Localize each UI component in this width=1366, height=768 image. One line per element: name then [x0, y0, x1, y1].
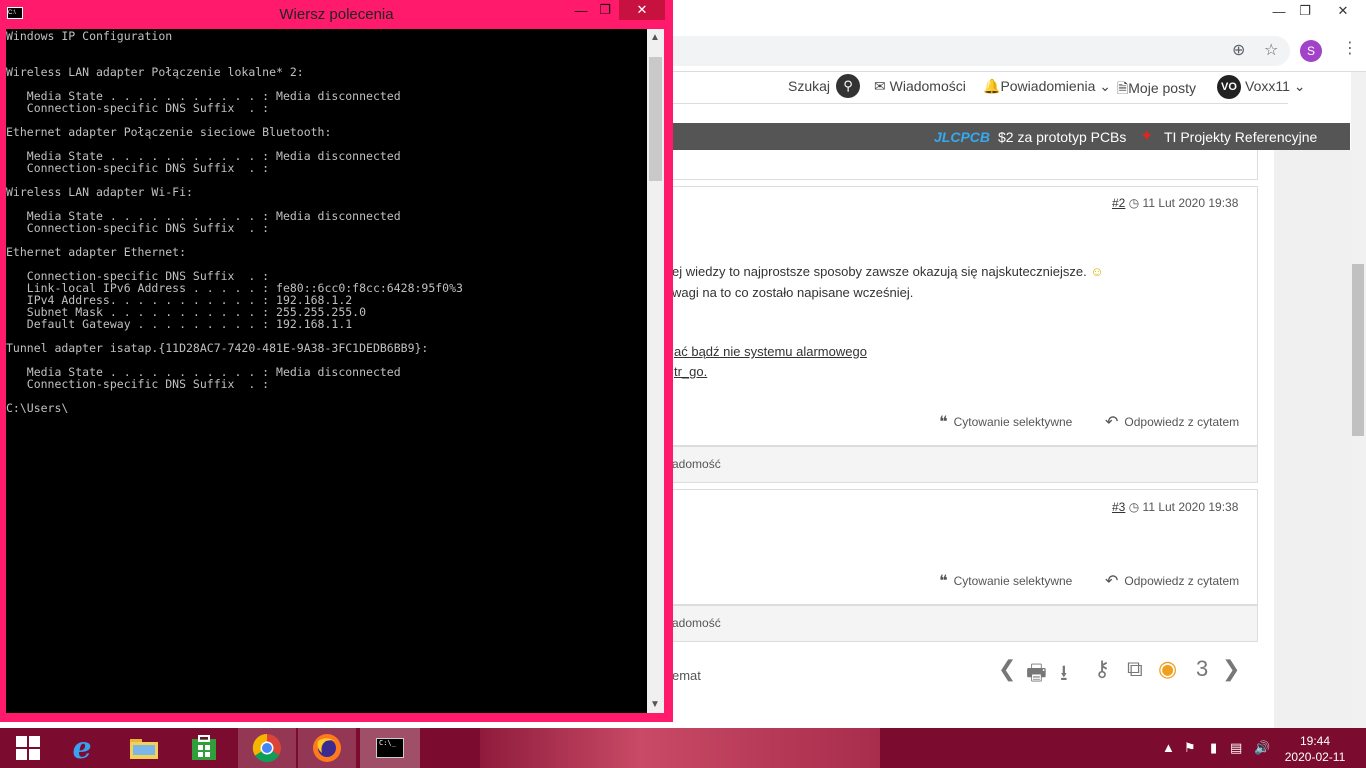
document-icon: 🗎 — [1117, 80, 1129, 96]
sidebar-gutter — [1274, 150, 1351, 728]
page-scrollbar-thumb[interactable] — [1352, 264, 1364, 436]
panel-top-strip — [670, 150, 1258, 180]
ad-jlcpcb-text[interactable]: $2 za prototyp PCBs — [998, 129, 1126, 145]
print-icon[interactable]: 🖶 — [1026, 656, 1047, 694]
ti-logo-icon: ✦ — [1140, 128, 1154, 145]
reply-icon: ↶ — [1105, 414, 1119, 431]
quote-icon: ❝ — [939, 414, 948, 431]
envelope-icon: ✉ — [874, 78, 886, 94]
menu-icon[interactable]: ⋮ — [1342, 38, 1358, 58]
taskbar-internet-explorer[interactable]: e — [54, 728, 110, 768]
cmd-minimize-button[interactable]: — — [570, 0, 592, 20]
nav-search-label[interactable]: Szukaj — [788, 78, 830, 94]
clock-date[interactable]: 2020-02-11 — [1280, 750, 1350, 764]
cmd-close-button[interactable]: ✕ — [619, 0, 665, 20]
eye-icon[interactable]: ◉ — [1158, 656, 1177, 682]
cmd-output: Windows IP Configuration Wireless LAN ad… — [6, 29, 463, 415]
reply-quote-button[interactable]: ↶ Odpowiedz z cytatem — [1105, 412, 1239, 432]
nav-divider — [670, 103, 1288, 104]
bell-icon: 🔔 — [983, 78, 1001, 94]
taskbar-store[interactable] — [176, 728, 232, 768]
post-footer — [670, 446, 1258, 483]
chevron-down-icon: ⌄ — [1099, 78, 1112, 94]
taskbar-firefox[interactable] — [298, 728, 356, 768]
start-button[interactable] — [0, 728, 56, 768]
clock-time[interactable]: 19:44 — [1290, 734, 1340, 748]
reply-icon: ↶ — [1105, 573, 1119, 590]
post-link[interactable]: tr_go. — [674, 364, 707, 379]
share-icon[interactable]: ⚷ — [1094, 656, 1110, 682]
post-meta: #3 ◷ 11 Lut 2020 19:38 — [1112, 500, 1239, 514]
store-icon — [192, 735, 216, 760]
cmd-console[interactable]: Windows IP Configuration Wireless LAN ad… — [6, 29, 647, 713]
post-meta: #2 ◷ 11 Lut 2020 19:38 — [1112, 196, 1239, 210]
firefox-icon — [313, 734, 341, 762]
tray-volume-icon[interactable]: 🔊 — [1254, 740, 1270, 756]
internet-explorer-icon: e — [72, 730, 92, 766]
nav-user-menu[interactable]: Voxx11 ⌄ — [1245, 78, 1306, 95]
taskbar-chrome[interactable] — [238, 728, 296, 768]
taskbar-cmd[interactable]: C:\_ — [360, 728, 420, 768]
reply-quote-button[interactable]: ↶ Odpowiedz z cytatem — [1105, 571, 1239, 591]
cmd-maximize-button[interactable]: ❐ — [594, 0, 616, 20]
tray-action-center-icon[interactable]: ⚑ — [1184, 740, 1196, 756]
chevron-left-icon[interactable]: ❮ — [998, 656, 1016, 682]
external-link-icon[interactable]: ⧉ — [1127, 656, 1143, 682]
cmd-window: C:\ Wiersz polecenia — ❐ ✕ Windows IP Co… — [0, 0, 673, 722]
selective-quote-button[interactable]: ❝ Cytowanie selektywne — [939, 412, 1072, 432]
nav-my-posts[interactable]: 🗎Moje posty — [1117, 78, 1196, 102]
ad-ti-text[interactable]: TI Projekty Referencyjne — [1164, 129, 1317, 145]
profile-avatar[interactable]: S — [1300, 40, 1322, 62]
folder-icon — [130, 739, 158, 759]
taskbar-file-explorer[interactable] — [116, 728, 172, 768]
add-icon[interactable]: ⊕ — [1232, 40, 1245, 60]
clock-icon: ◷ — [1128, 500, 1140, 514]
windows-logo-icon — [16, 736, 40, 760]
post-footer-text[interactable]: adomość — [672, 616, 721, 630]
bookmark-star-icon[interactable]: ☆ — [1264, 40, 1278, 60]
nav-notifications[interactable]: 🔔Powiadomienia ⌄ — [983, 78, 1111, 95]
tray-network-icon[interactable]: ▤ — [1230, 740, 1242, 756]
post-footer — [670, 605, 1258, 642]
post-text-line: wagi na to co zostało napisane wcześniej… — [672, 285, 914, 300]
scroll-up-icon[interactable]: ▲ — [650, 32, 660, 43]
search-icon[interactable]: ⚲ — [836, 74, 860, 98]
download-icon[interactable]: ⭳ — [1060, 656, 1068, 694]
cmd-titlebar[interactable]: C:\ Wiersz polecenia — ❐ ✕ — [0, 0, 673, 29]
user-avatar[interactable]: VO — [1217, 75, 1241, 99]
post-number-link[interactable]: #2 — [1112, 196, 1125, 210]
chevron-down-icon: ⌄ — [1293, 78, 1306, 94]
post-footer-text[interactable]: adomość — [672, 457, 721, 471]
views-count: 3 — [1196, 656, 1209, 681]
tray-battery-icon[interactable]: ▮ — [1210, 740, 1217, 756]
selective-quote-button[interactable]: ❝ Cytowanie selektywne — [939, 571, 1072, 591]
post-number-link[interactable]: #3 — [1112, 500, 1125, 514]
taskbar-wallpaper — [480, 728, 880, 768]
clock-icon: ◷ — [1128, 196, 1140, 210]
smiley-icon: ☺ — [1090, 264, 1104, 279]
scroll-down-icon[interactable]: ▼ — [650, 699, 660, 710]
cmd-scrollbar-thumb[interactable] — [649, 57, 662, 181]
post-text-line: ej wiedzy to najprostsze sposoby zawsze … — [672, 264, 1104, 279]
chevron-right-icon[interactable]: ❯ — [1222, 656, 1240, 682]
chrome-icon — [252, 733, 281, 763]
post-link[interactable]: ać bądź nie systemu alarmowego — [674, 344, 867, 359]
ad-jlcpcb-brand[interactable]: JLCPCB — [934, 129, 990, 145]
post-panel — [670, 186, 1258, 446]
browser-close-button[interactable]: ✕ — [1320, 0, 1366, 22]
quote-icon: ❝ — [939, 573, 948, 590]
topic-label: emat — [672, 668, 701, 683]
cmd-taskbar-icon: C:\_ — [376, 738, 404, 758]
tray-chevron-up-icon[interactable]: ▲ — [1162, 740, 1175, 755]
nav-messages[interactable]: ✉ Wiadomości — [874, 78, 966, 95]
